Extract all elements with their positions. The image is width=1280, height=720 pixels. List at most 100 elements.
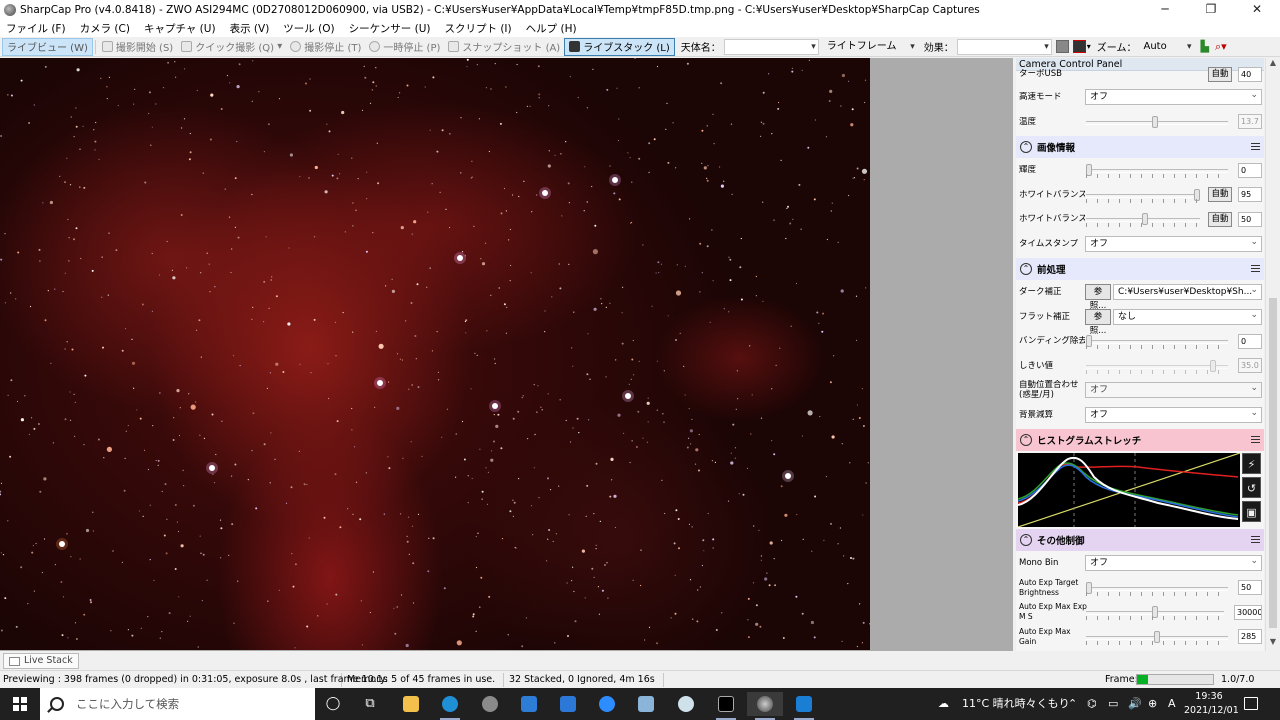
live-stack-tab[interactable]: Live Stack [3, 653, 79, 669]
timestamp-select[interactable]: オフ [1085, 235, 1262, 252]
histogram-plot[interactable] [1018, 453, 1240, 527]
zoom-app-icon[interactable] [589, 692, 625, 716]
image-info-header[interactable]: ⌃ 画像情報 [1016, 136, 1264, 158]
network-icon[interactable]: ⌬ [1087, 688, 1097, 720]
effect-combo[interactable] [956, 38, 1052, 55]
save-stretch-button[interactable]: ▣ [1242, 501, 1261, 522]
language-icon[interactable]: ⊕ [1148, 688, 1157, 720]
reset-stretch-button[interactable]: ↺ [1242, 477, 1261, 498]
menu-help[interactable]: ヘルプ (H) [526, 21, 577, 36]
turbo-usb-value[interactable]: 40 [1238, 67, 1262, 82]
collapse-icon[interactable]: ⌃ [1020, 141, 1032, 153]
cortana-icon[interactable]: ◯ [315, 692, 351, 716]
collapse-icon[interactable]: ⌃ [1020, 263, 1032, 275]
task-view-icon[interactable]: ⧉ [352, 692, 388, 716]
object-name-combo[interactable] [723, 38, 819, 55]
start-capture-button[interactable]: 撮影開始 (S) [98, 38, 177, 56]
flat-browse-button[interactable]: 参照... [1085, 308, 1111, 336]
wb-blue-auto-button[interactable]: 自動 [1208, 211, 1232, 227]
menu-sequencer[interactable]: シーケンサー (U) [349, 21, 431, 36]
start-button[interactable] [0, 688, 40, 720]
scroll-up-icon[interactable]: ▲ [1266, 58, 1280, 72]
wb-blue-value[interactable]: 50 [1238, 211, 1262, 227]
flat-select[interactable]: なし [1113, 308, 1262, 325]
preprocess-header[interactable]: ⌃ 前処理 [1016, 258, 1264, 280]
wb-red-slider[interactable] [1086, 188, 1200, 203]
brightness-value[interactable]: 0 [1238, 162, 1262, 178]
settings-app-icon[interactable] [472, 692, 508, 716]
tray-chevron-icon[interactable]: ⌃ [1068, 688, 1077, 720]
zoom-magnifier-icon[interactable]: ⌕▾ [1215, 40, 1227, 54]
collapse-icon[interactable]: ⌃ [1020, 434, 1032, 446]
display-color-button[interactable] [1055, 40, 1069, 53]
section-menu-icon[interactable] [1251, 536, 1260, 543]
auto-align-select[interactable]: オフ [1085, 382, 1262, 399]
dark-select[interactable]: C:¥Users¥user¥Desktop¥Sh... [1113, 284, 1262, 301]
brightness-slider[interactable] [1086, 164, 1228, 178]
highlight-dropdown-icon[interactable]: ▾ [1087, 42, 1091, 51]
minimize-button[interactable]: ─ [1142, 0, 1188, 19]
scroll-down-icon[interactable]: ▼ [1266, 637, 1280, 651]
live-stack-button[interactable]: ライブスタック (L) [564, 37, 675, 56]
edge-browser-icon[interactable] [432, 692, 468, 720]
photos-app-icon[interactable] [628, 692, 664, 716]
collapse-icon[interactable]: ⌃ [1020, 534, 1032, 546]
mono-bin-select[interactable]: オフ [1085, 555, 1262, 572]
snapshot-button[interactable]: スナップショット (A) [444, 38, 564, 56]
weather-icon[interactable]: ☁ [938, 688, 949, 720]
utility-app-icon[interactable] [668, 692, 704, 716]
menu-capture[interactable]: キャプチャ (U) [144, 21, 216, 36]
menu-scripting[interactable]: スクリプト (I) [445, 21, 512, 36]
menu-file[interactable]: ファイル (F) [6, 21, 66, 36]
taskbar-clock[interactable]: 19:36 2021/12/01 [1184, 690, 1239, 718]
terminal-app-icon[interactable] [708, 692, 744, 720]
histogram-stretch[interactable]: ⚡ ↺ ▣ [1018, 453, 1264, 527]
other-controls-header[interactable]: ⌃ その他制御 [1016, 529, 1264, 551]
highlight-button[interactable] [1072, 40, 1086, 53]
histogram-header[interactable]: ⌃ ヒストグラムストレッチ [1016, 429, 1264, 451]
high-speed-select[interactable]: オフ [1085, 89, 1262, 106]
scrollbar-thumb[interactable] [1269, 298, 1277, 628]
banding-value[interactable]: 0 [1238, 333, 1262, 349]
maximize-button[interactable]: ❐ [1188, 0, 1234, 19]
frame-type-combo[interactable]: ライトフレーム [822, 38, 918, 55]
auto-exp-max-gain-value[interactable]: 285 [1238, 629, 1262, 645]
section-menu-icon[interactable] [1251, 436, 1260, 443]
menu-view[interactable]: 表示 (V) [230, 21, 270, 36]
wb-red-value[interactable]: 95 [1238, 187, 1262, 203]
panel-scrollbar[interactable]: ▲ ▼ [1265, 58, 1280, 651]
dark-browse-button[interactable]: 参照... [1085, 284, 1111, 311]
close-button[interactable]: ✕ [1234, 0, 1280, 19]
auto-exp-max-ms-value[interactable]: 30000 [1234, 604, 1262, 620]
sharpcap-taskbar-icon[interactable] [747, 692, 783, 720]
wb-red-auto-button[interactable]: 自動 [1208, 187, 1232, 203]
menu-camera[interactable]: カメラ (C) [80, 21, 130, 36]
battery-icon[interactable]: ▭ [1108, 688, 1118, 720]
pause-button[interactable]: 一時停止 (P) [365, 38, 444, 56]
image-viewport[interactable] [0, 58, 1013, 651]
section-menu-icon[interactable] [1251, 265, 1260, 272]
ime-indicator[interactable]: A [1168, 688, 1176, 720]
live-view-button[interactable]: ライブビュー (W) [2, 37, 93, 56]
store-icon[interactable] [511, 692, 547, 716]
zoom-combo[interactable]: Auto [1139, 38, 1195, 55]
banding-slider[interactable] [1086, 335, 1228, 349]
wb-blue-slider[interactable] [1086, 213, 1200, 227]
auto-stretch-button[interactable]: ⚡ [1242, 453, 1261, 474]
volume-icon[interactable]: 🔊 [1128, 688, 1142, 720]
section-menu-icon[interactable] [1251, 143, 1260, 150]
turbo-usb-auto-button[interactable]: 自動 [1208, 67, 1232, 82]
menu-tools[interactable]: ツール (O) [283, 21, 334, 36]
notification-icon[interactable] [1244, 697, 1258, 710]
quick-capture-button[interactable]: クイック撮影 (Q) ▾ [177, 38, 286, 56]
taskbar-search-box[interactable]: ここに入力して検索 [40, 688, 315, 720]
auto-exp-target-value[interactable]: 50 [1238, 580, 1262, 596]
auto-exp-target-slider[interactable] [1086, 581, 1228, 596]
stop-capture-button[interactable]: 撮影停止 (T) [286, 38, 365, 56]
weather-text[interactable]: 11°C 晴れ時々くもり [962, 688, 1070, 720]
auto-exp-max-ms-slider[interactable] [1086, 606, 1224, 620]
mail-icon[interactable] [550, 692, 586, 716]
image-viewer-icon[interactable] [786, 692, 822, 720]
histogram-icon[interactable]: ▙ [1201, 40, 1209, 53]
auto-exp-max-gain-slider[interactable] [1086, 630, 1228, 645]
